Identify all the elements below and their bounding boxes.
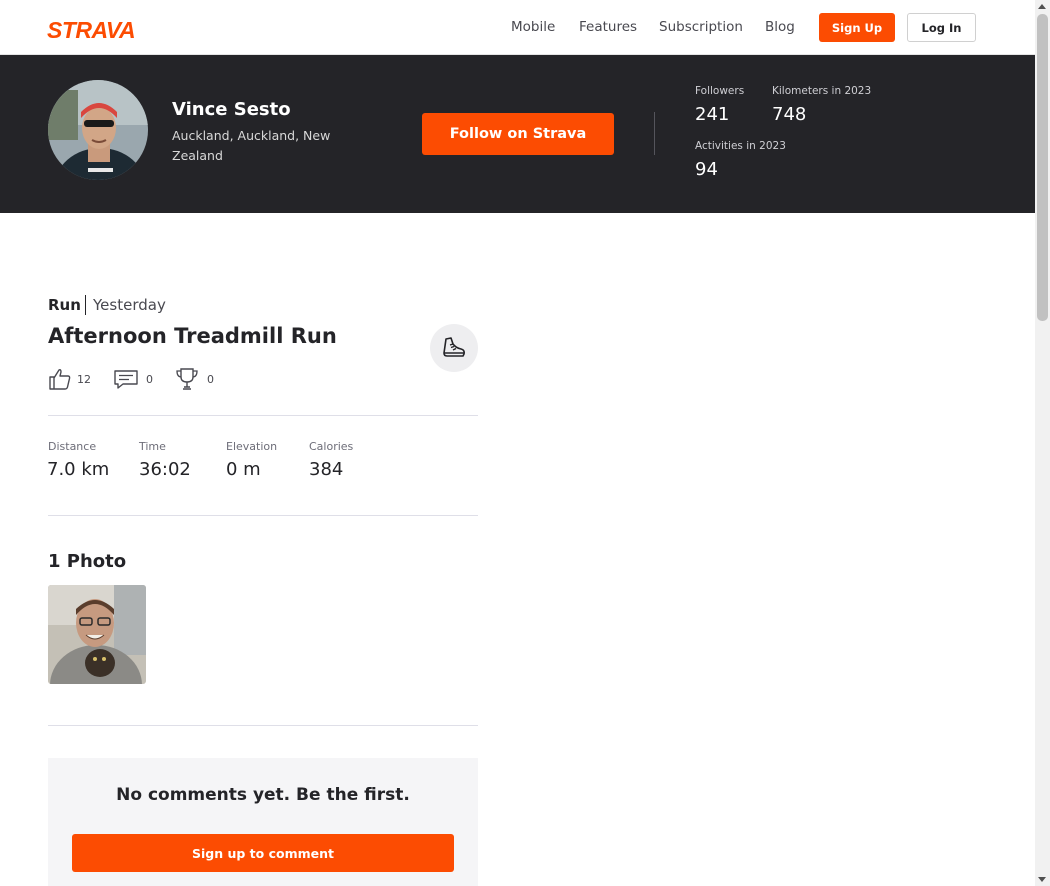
athlete-location: Auckland, Auckland, New Zealand xyxy=(172,128,331,163)
achievements-button[interactable]: 0 xyxy=(175,365,214,393)
activity-photo[interactable] xyxy=(48,585,146,684)
divider xyxy=(48,415,478,416)
stat-kilometers-value: 748 xyxy=(772,104,807,125)
shoe-icon xyxy=(443,337,465,357)
divider xyxy=(48,725,478,726)
avatar-photo xyxy=(48,80,148,180)
comments-section: No comments yet. Be the first. Sign up t… xyxy=(48,758,478,886)
thumbs-up-icon xyxy=(49,369,71,390)
divider xyxy=(48,515,478,516)
stat-followers-label: Followers xyxy=(695,85,745,97)
sign-up-to-comment-button[interactable]: Sign up to comment xyxy=(72,834,454,872)
comments-count: 0 xyxy=(146,372,153,386)
activity-title: Afternoon Treadmill Run xyxy=(48,324,337,348)
activity-type-badge xyxy=(430,324,478,372)
log-in-button[interactable]: Log In xyxy=(907,13,976,42)
strava-logo[interactable]: STRAVA xyxy=(47,17,136,44)
metric-time-value: 36:02 xyxy=(139,459,191,480)
avatar[interactable] xyxy=(48,80,148,180)
scroll-down-arrow[interactable] xyxy=(1038,877,1046,882)
metric-calories-label: Calories xyxy=(309,440,354,453)
metric-elevation-label: Elevation xyxy=(226,440,278,453)
comment-icon xyxy=(114,370,138,389)
comments-button[interactable]: 0 xyxy=(114,365,153,393)
stats-divider xyxy=(654,112,655,155)
activity-date: Yesterday xyxy=(93,296,166,314)
nav-link-blog[interactable]: Blog xyxy=(765,19,795,35)
sign-up-button[interactable]: Sign Up xyxy=(819,13,895,42)
kudos-button[interactable]: 12 xyxy=(48,365,91,393)
athlete-banner: Vince Sesto Auckland, Auckland, New Zeal… xyxy=(0,55,1035,213)
stat-followers-value: 241 xyxy=(695,104,730,125)
metric-elevation-value: 0 m xyxy=(226,459,261,480)
photos-title: 1 Photo xyxy=(48,551,127,572)
metric-calories-value: 384 xyxy=(309,459,344,480)
athlete-name[interactable]: Vince Sesto xyxy=(172,99,291,120)
scroll-up-arrow[interactable] xyxy=(1038,4,1046,9)
activity-photo-image xyxy=(48,585,146,684)
achievements-count: 0 xyxy=(207,372,214,386)
activity-type: Run xyxy=(48,296,81,314)
stat-activities-label: Activities in 2023 xyxy=(695,140,786,152)
no-comments-text: No comments yet. Be the first. xyxy=(116,785,410,805)
trophy-icon xyxy=(176,368,198,390)
scrollbar[interactable] xyxy=(1035,0,1050,886)
metric-distance-label: Distance xyxy=(48,440,97,453)
nav-link-mobile[interactable]: Mobile xyxy=(511,19,555,35)
kudos-count: 12 xyxy=(77,372,91,386)
metric-distance-value: 7.0 km xyxy=(47,459,110,480)
stat-activities-value: 94 xyxy=(695,159,718,180)
top-nav: STRAVA Mobile Features Subscription Blog… xyxy=(0,0,1035,55)
stat-kilometers-label: Kilometers in 2023 xyxy=(772,85,872,97)
nav-link-subscription[interactable]: Subscription xyxy=(659,19,743,35)
follow-button[interactable]: Follow on Strava xyxy=(422,113,614,155)
activity-type-divider xyxy=(85,295,86,315)
scrollbar-thumb[interactable] xyxy=(1037,14,1048,321)
nav-link-features[interactable]: Features xyxy=(579,19,637,35)
metric-time-label: Time xyxy=(139,440,166,453)
